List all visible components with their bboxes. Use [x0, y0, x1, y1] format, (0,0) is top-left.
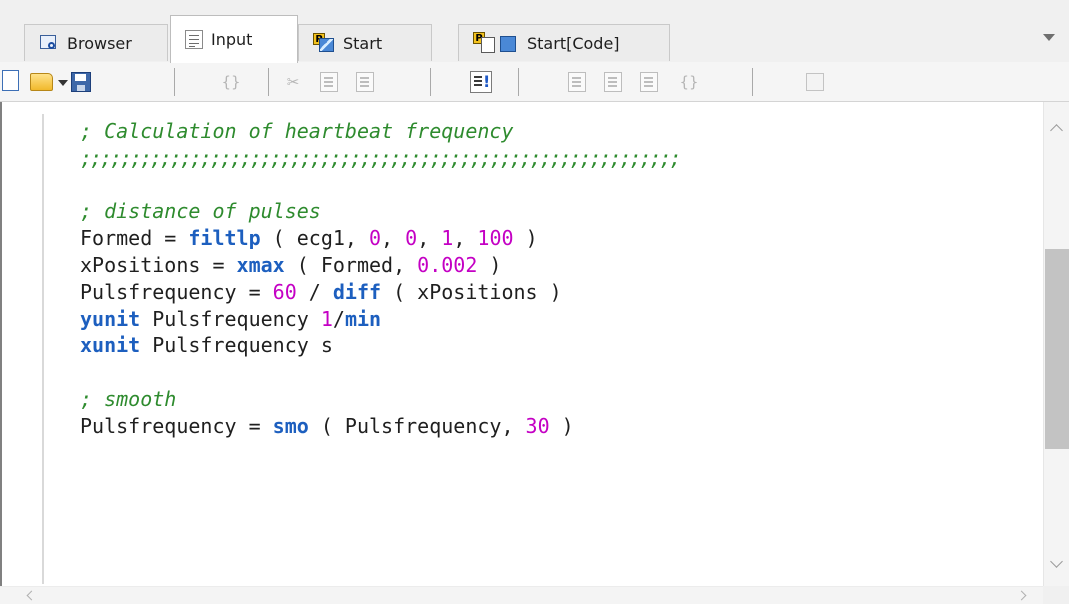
code-token: xPositions = [80, 252, 237, 277]
code-token: xunit [80, 333, 141, 358]
start-icon [313, 33, 335, 53]
editor-left-border [0, 102, 2, 604]
code-token: / [332, 306, 345, 331]
code-token: 100 [477, 226, 514, 251]
code-token: ; Calculation of heartbeat frequency [80, 119, 514, 143]
start-code-icon: P [473, 32, 519, 54]
code-token: 30 [525, 413, 550, 438]
vertical-scrollbar[interactable] [1043, 102, 1069, 586]
scroll-right-icon[interactable] [1016, 590, 1027, 601]
code-token: smo [272, 413, 309, 438]
code-line: xunit Pulsfrequency s [80, 332, 1020, 359]
code-token: ; distance of pulses [80, 199, 321, 224]
code-line: Formed = filtlp ( ecg1, 0, 0, 1, 100 ) [80, 225, 1020, 252]
code-token: Pulsfrequency = [80, 413, 273, 438]
code-line: ;;;;;;;;;;;;;;;;;;;;;;;;;;;;;;;;;;;;;;;;… [80, 145, 1020, 172]
tab-browser-label: Browser [67, 33, 132, 53]
code-line: Pulsfrequency = smo ( Pulsfrequency, 30 … [80, 413, 1020, 440]
app-window: Browser Input Start P Start[Code] {} ✂ [0, 0, 1069, 604]
tab-list-dropdown-icon[interactable] [1043, 34, 1055, 41]
toolbar-separator [174, 68, 175, 96]
code-token: 1 [320, 306, 333, 331]
tab-input-label: Input [211, 30, 253, 49]
code-token: ( ecg1, [260, 226, 369, 251]
toolbar-separator [268, 68, 269, 96]
save-icon[interactable] [71, 72, 91, 92]
tab-strip: Browser Input Start P Start[Code] [0, 0, 1069, 63]
scrollbar-thumb[interactable] [1045, 249, 1069, 449]
step-out-icon[interactable] [640, 72, 658, 92]
toolbar-separator [518, 68, 519, 96]
code-token: 60 [272, 279, 297, 304]
paste-icon[interactable] [356, 72, 374, 92]
code-editor[interactable]: ; Calculation of heartbeat frequency;;;;… [0, 102, 1069, 604]
code-token: Pulsfrequency [140, 306, 321, 331]
code-token: / [296, 279, 333, 304]
braces-icon[interactable]: {} [216, 71, 246, 93]
step-icon[interactable] [568, 72, 586, 92]
code-token: ( Formed, [284, 252, 418, 277]
code-token: Formed = [80, 226, 189, 251]
cut-icon[interactable]: ✂ [282, 71, 304, 93]
scroll-down-icon[interactable] [1050, 555, 1063, 568]
code-token: ) [549, 413, 574, 438]
code-token: 0 [405, 226, 418, 251]
code-token: ) [513, 226, 538, 251]
code-token: 1 [441, 226, 454, 251]
tab-start-label: Start [343, 33, 383, 53]
code-line: xPositions = xmax ( Formed, 0.002 ) [80, 252, 1020, 279]
edit-icon[interactable] [806, 73, 824, 91]
code-line: yunit Pulsfrequency 1/min [80, 306, 1020, 333]
code-token: ;;;;;;;;;;;;;;;;;;;;;;;;;;;;;;;;;;;;;;;;… [80, 145, 682, 170]
fold-guide [42, 114, 44, 584]
open-folder-icon[interactable] [30, 73, 53, 91]
scrollbar-corner [1043, 586, 1069, 604]
code-token: yunit [80, 306, 141, 331]
code-token: ) [477, 252, 502, 277]
code-token: ; smooth [80, 386, 177, 411]
step-into-icon[interactable] [604, 72, 622, 92]
toolbar-separator [752, 68, 753, 96]
code-token: ( xPositions ) [381, 279, 562, 304]
toolbar-separator [430, 68, 431, 96]
code-token: min [344, 306, 382, 331]
new-document-icon[interactable] [2, 70, 19, 91]
open-dropdown-icon[interactable] [58, 80, 68, 86]
browser-icon [39, 33, 59, 53]
code-token: diff [332, 279, 382, 304]
code-token: , [417, 226, 442, 251]
scroll-up-icon[interactable] [1050, 124, 1063, 137]
code-token: filtlp [188, 226, 261, 251]
input-icon [185, 30, 203, 49]
code-token: 0.002 [417, 252, 478, 277]
code-token: , [453, 226, 478, 251]
code-line: ; distance of pulses [80, 198, 1020, 225]
code-token: , [381, 226, 406, 251]
tab-browser[interactable]: Browser [24, 24, 168, 61]
code-line: ; Calculation of heartbeat frequency [80, 118, 1020, 145]
tab-input[interactable]: Input [170, 15, 298, 63]
copy-icon[interactable] [320, 72, 338, 92]
code-area[interactable]: ; Calculation of heartbeat frequency;;;;… [80, 118, 1020, 440]
code-token: Pulsfrequency s [140, 333, 333, 358]
tab-start-code[interactable]: P Start[Code] [458, 24, 670, 61]
code-token: ( Pulsfrequency, [308, 413, 526, 438]
horizontal-scrollbar[interactable] [0, 586, 1043, 604]
code-line: ; smooth [80, 386, 1020, 413]
code-token: Pulsfrequency = [80, 279, 273, 304]
code-token: 0 [369, 226, 382, 251]
code-line: Pulsfrequency = 60 / diff ( xPositions ) [80, 279, 1020, 306]
code-token: xmax [236, 252, 285, 277]
braces-step-icon[interactable]: {} [674, 71, 704, 93]
scroll-left-icon[interactable] [26, 590, 37, 601]
toolbar: {} ✂ {} [0, 62, 1069, 102]
run-icon[interactable] [470, 71, 492, 93]
tab-start[interactable]: Start [298, 24, 432, 61]
tab-start-code-label: Start[Code] [527, 33, 620, 53]
